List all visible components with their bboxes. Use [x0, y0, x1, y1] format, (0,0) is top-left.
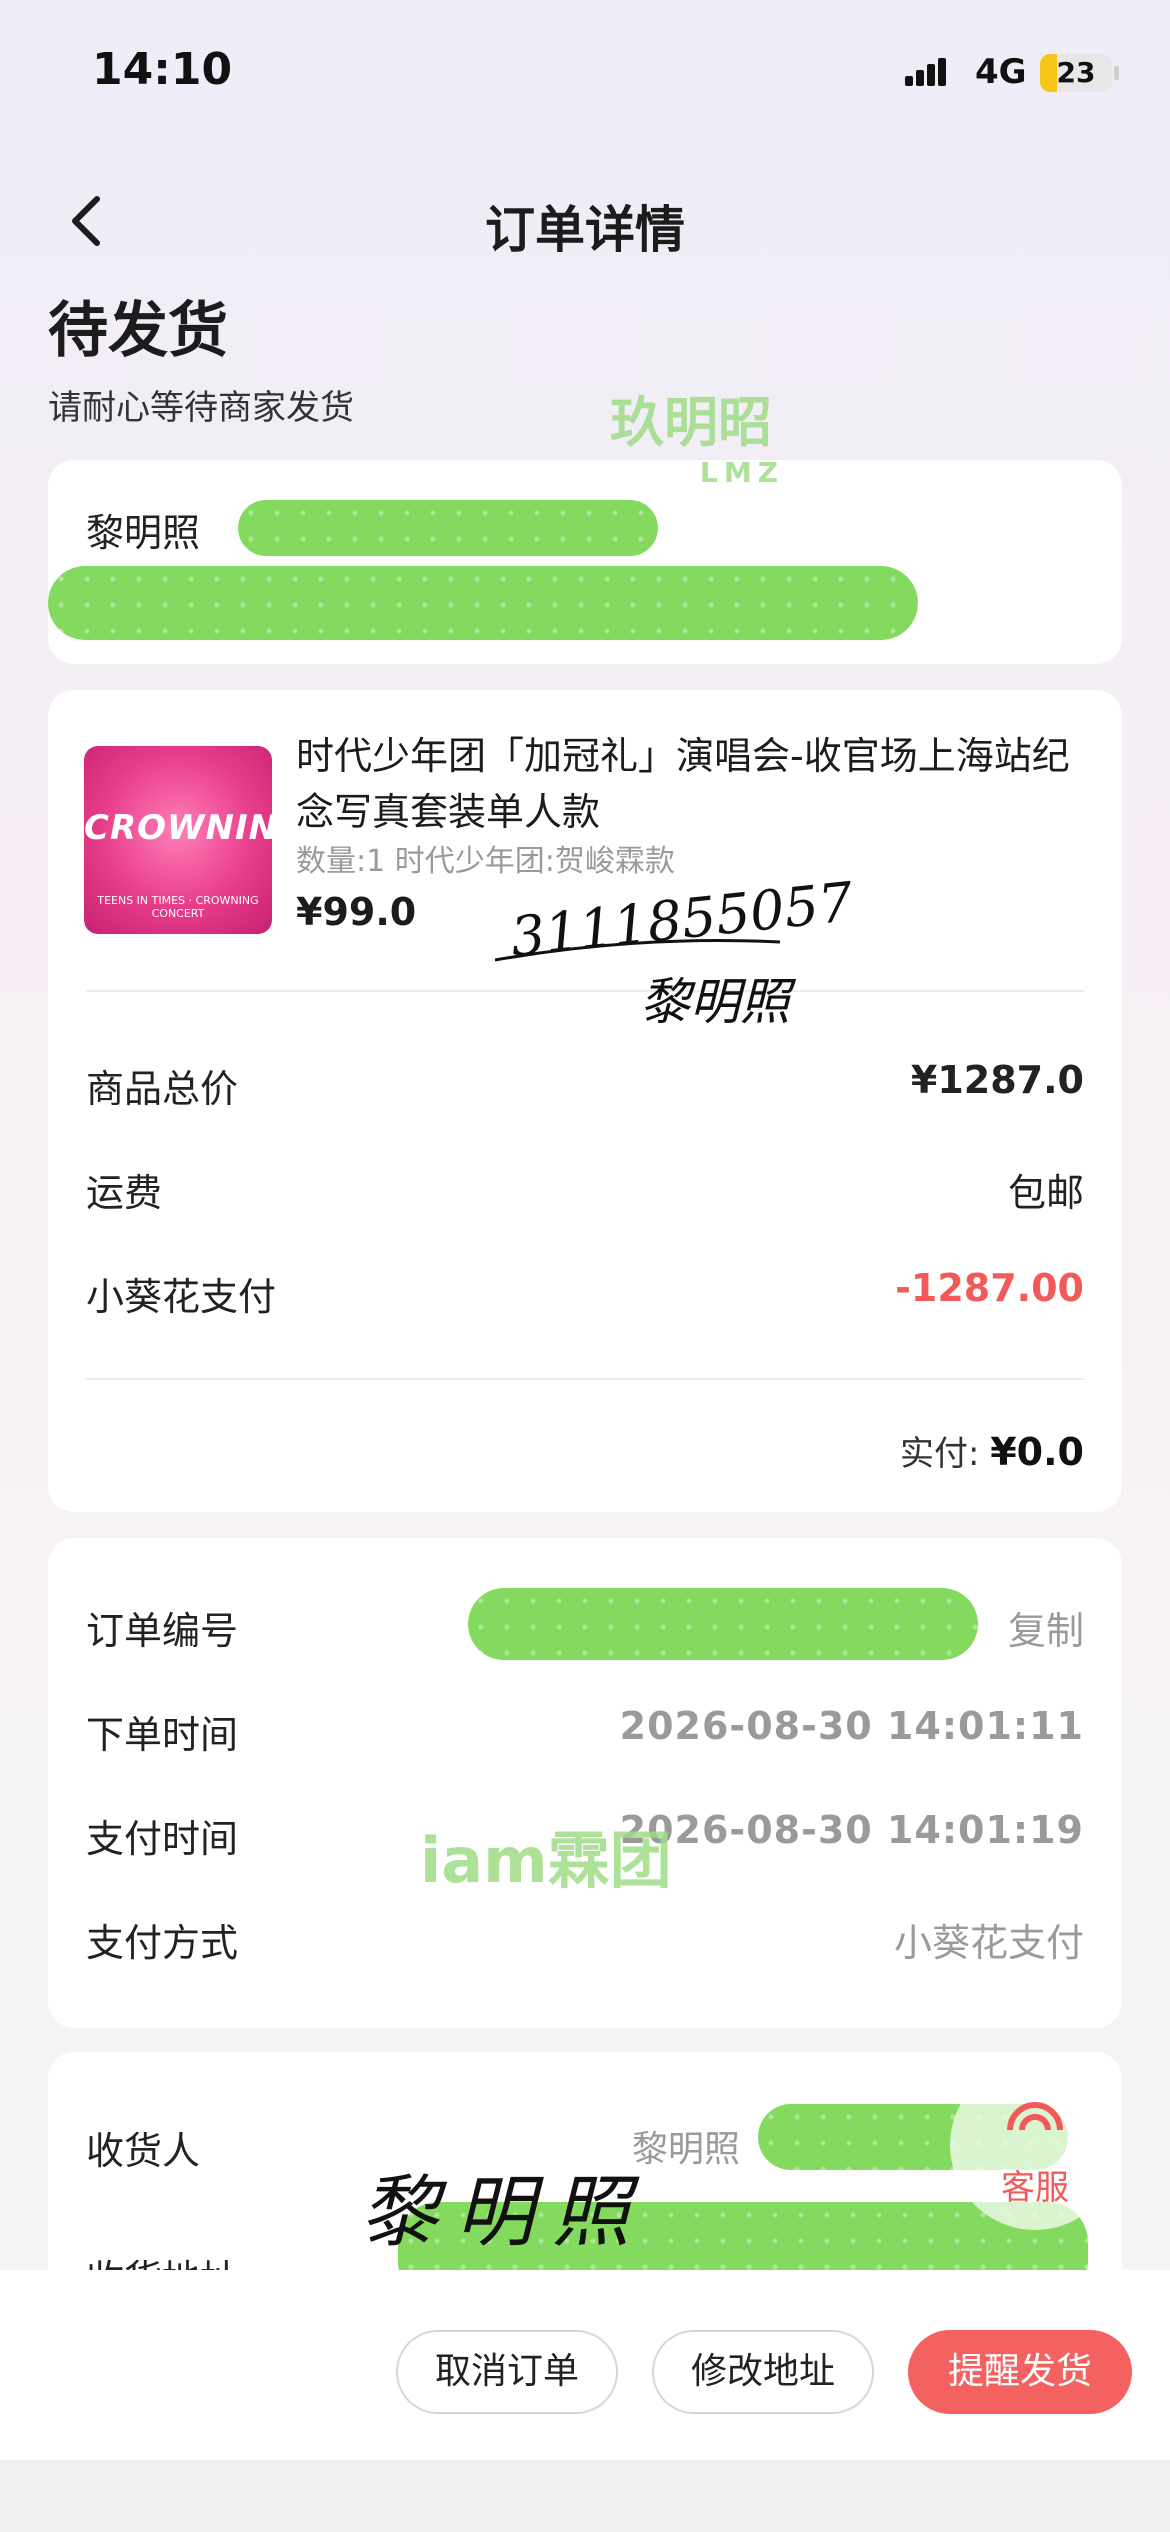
remind-shipment-button[interactable]: 提醒发货 [908, 2330, 1132, 2414]
watermark-logo: LMZ [700, 456, 784, 489]
order-status-title: 待发货 [48, 296, 228, 366]
watermark-text: 玖明昭 [610, 391, 772, 454]
payment-method-value: 小葵花支付 [893, 1921, 1084, 1965]
thumbnail-text: CROWNING [84, 808, 272, 848]
order-time-label: 下单时间 [86, 1713, 239, 1757]
product-card: CROWNING TEENS IN TIMES · CROWNING CONCE… [48, 690, 1122, 1512]
payment-time-label: 支付时间 [86, 1817, 239, 1861]
status-bar: 14:10 4G 23 [0, 0, 1170, 150]
copy-button[interactable]: 复制 [1008, 1600, 1084, 1655]
product-thumbnail[interactable]: CROWNING TEENS IN TIMES · CROWNING CONCE… [84, 746, 272, 934]
order-status-subtitle: 请耐心等待商家发货 [48, 388, 354, 428]
page-title: 订单详情 [485, 201, 685, 259]
signature-name: 黎明照 [360, 2168, 649, 2258]
order-detail-page: 14:10 4G 23 订单详情 待发货 请耐心等待商家发货 黎明照 玖明昭 L… [0, 0, 1170, 2532]
shipping-value: 包邮 [1007, 1171, 1084, 1215]
shipping-label: 运费 [86, 1171, 163, 1215]
thumbnail-subtext: TEENS IN TIMES · CROWNING CONCERT [97, 894, 259, 920]
payment-method-label: 支付方式 [86, 1921, 239, 1965]
total-price-label: 商品总价 [86, 1067, 239, 1111]
paid-label: 实付: [899, 1434, 980, 1474]
total-price-value: ¥1287.0 [910, 1058, 1084, 1102]
product-price: ¥99.0 [296, 890, 417, 934]
order-number-label: 订单编号 [86, 1609, 239, 1653]
battery-cap [1114, 66, 1119, 80]
signal-icon [905, 58, 946, 86]
redaction-mark [238, 500, 658, 556]
order-info-card: 订单编号 复制 下单时间 2026-08-30 14:01:11 支付时间 20… [48, 1538, 1122, 2028]
status-time: 14:10 [92, 44, 233, 95]
headset-icon [1007, 2102, 1063, 2131]
product-variant: 数量:1 时代少年团:贺峻霖款 [296, 844, 675, 879]
payment-discount-value: -1287.00 [895, 1266, 1084, 1310]
customer-service-button[interactable]: 客服 [950, 2060, 1120, 2230]
modify-address-button[interactable]: 修改地址 [652, 2330, 874, 2414]
battery-icon: 23 [1040, 54, 1112, 92]
watermark-logo: 玖明昭 [610, 378, 772, 457]
payment-discount-label: 小葵花支付 [86, 1275, 277, 1319]
receiver-value: 黎明照 [632, 2129, 741, 2170]
order-time-value: 2026-08-30 14:01:11 [619, 1704, 1084, 1748]
watermark-text: LMZ [700, 456, 785, 489]
receiver-label: 收货人 [86, 2129, 201, 2173]
network-label: 4G [975, 52, 1027, 92]
cancel-order-button[interactable]: 取消订单 [396, 2330, 618, 2414]
watermark-logo: iam霖团 [420, 1810, 672, 1900]
customer-service-label: 客服 [1001, 2168, 1069, 2208]
signature-name: 黎明照 [640, 973, 790, 1031]
paid-amount: ¥0.0 [990, 1430, 1084, 1474]
redaction-mark [48, 566, 918, 640]
divider [86, 1378, 1084, 1380]
bottom-action-bar: 取消订单 修改地址 提醒发货 [0, 2270, 1170, 2460]
watermark-text: iam霖团 [420, 1824, 672, 1897]
divider [86, 990, 1084, 992]
payment-time-value: 2026-08-30 14:01:19 [619, 1808, 1084, 1852]
paid-amount-row: 实付: ¥0.0 [900, 1426, 1084, 1475]
address-name: 黎明照 [86, 511, 201, 555]
home-indicator-area [0, 2460, 1170, 2532]
redaction-mark [468, 1588, 978, 1660]
address-card[interactable]: 黎明照 [48, 460, 1122, 664]
product-title[interactable]: 时代少年团「加冠礼」演唱会-收官场上海站纪念写真套装单人款 [296, 728, 1076, 840]
battery-level: 23 [1056, 56, 1096, 89]
